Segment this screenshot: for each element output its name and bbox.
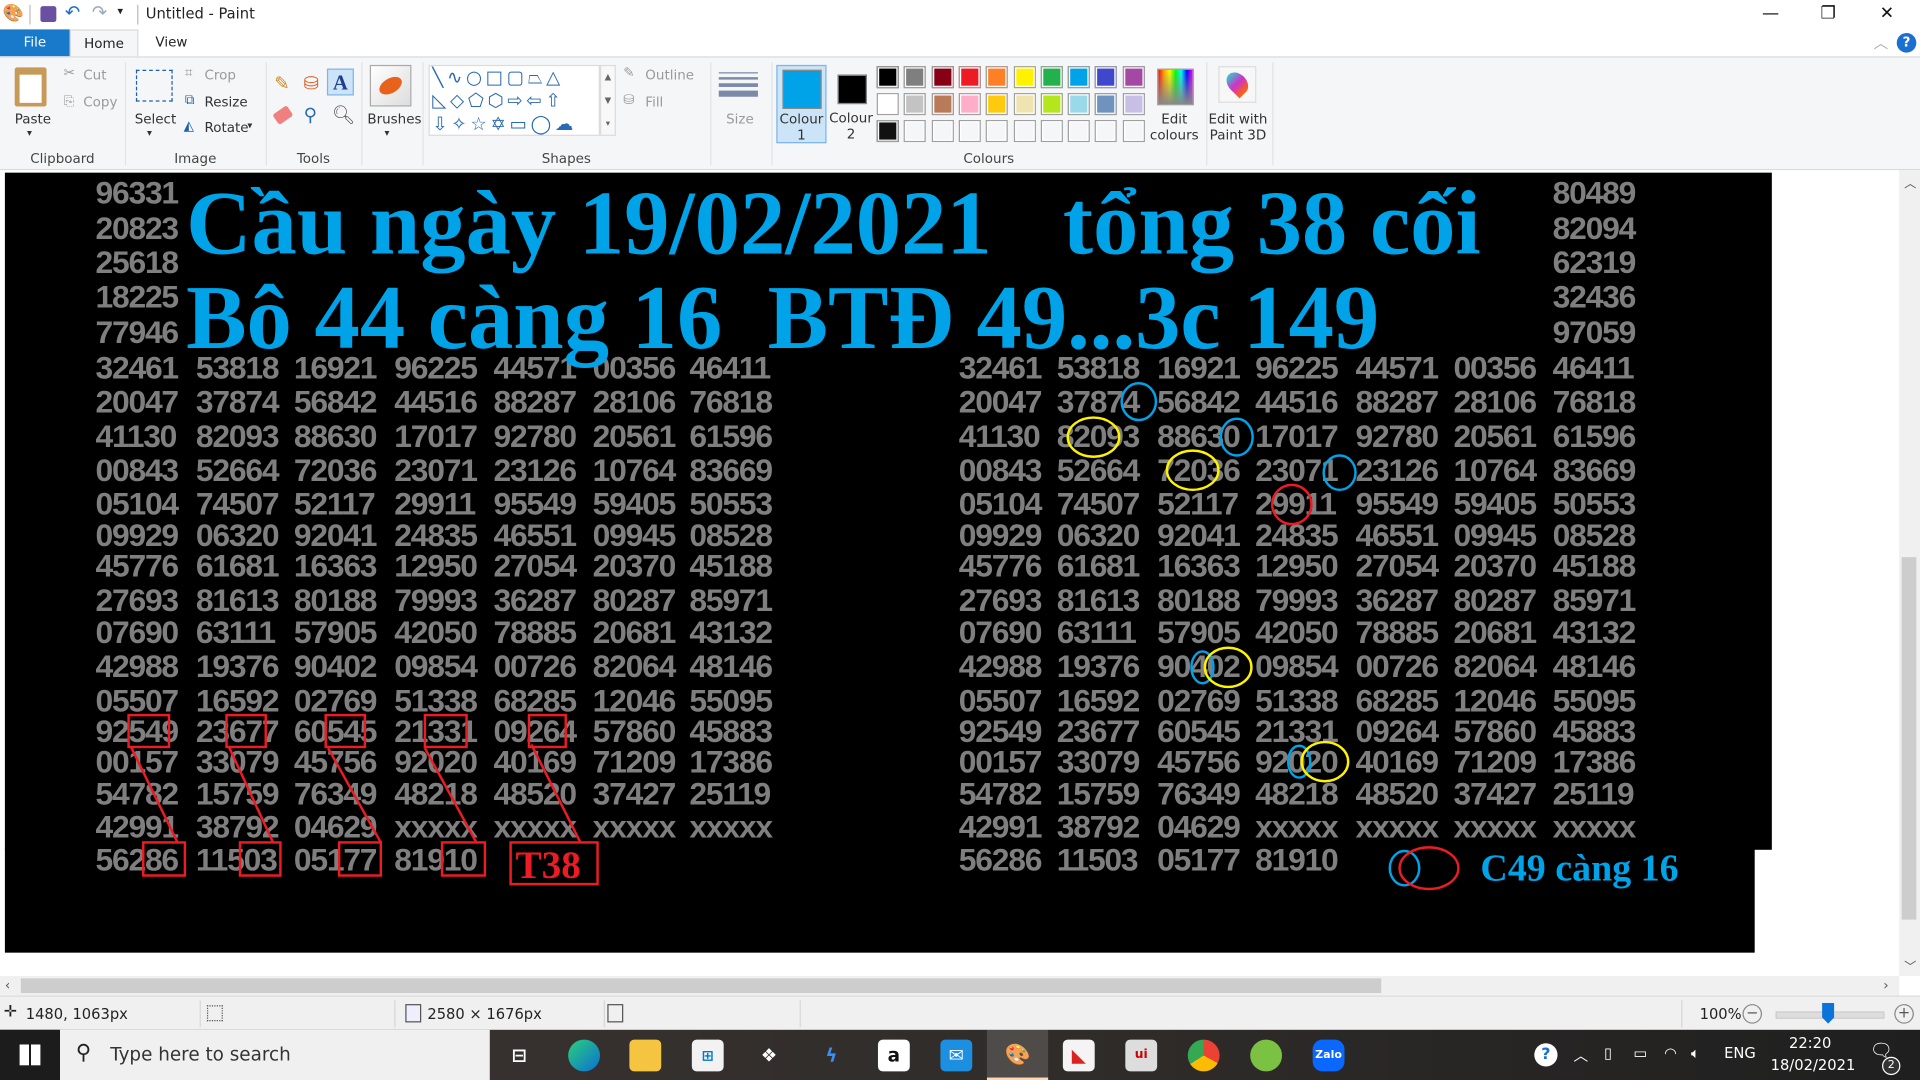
vertical-scroll-thumb[interactable] <box>1901 557 1917 920</box>
divider <box>394 1000 396 1028</box>
clock-time[interactable]: 22:20 <box>1789 1035 1831 1052</box>
dropbox-icon[interactable]: ❖ <box>753 1040 785 1072</box>
camera-icon[interactable]: ▯ <box>1604 1044 1612 1061</box>
divider <box>799 1000 801 1028</box>
connector-line <box>530 743 582 843</box>
yellow-circle <box>1066 416 1121 458</box>
image-size-icon <box>405 1004 422 1023</box>
connector-line <box>423 747 478 844</box>
task-view-icon[interactable]: ⊟ <box>503 1040 535 1072</box>
red-app-icon[interactable]: ◣ <box>1062 1039 1095 1072</box>
red-box <box>324 713 367 749</box>
unikey-icon[interactable]: ui <box>1125 1039 1158 1072</box>
zoom-out-button[interactable]: − <box>1742 1004 1763 1024</box>
language-indicator[interactable]: ENG <box>1724 1044 1756 1061</box>
red-box <box>440 841 487 877</box>
horizontal-scroll-thumb[interactable] <box>20 978 1382 994</box>
c49-label: C49 càng 16 <box>1480 846 1679 889</box>
divider <box>1681 1000 1683 1028</box>
paint-taskbar-button[interactable]: 🎨 <box>986 1029 1049 1080</box>
connector-line <box>327 747 382 844</box>
wifi-icon[interactable]: ◠ <box>1664 1044 1677 1061</box>
selection-size-icon <box>206 1005 223 1022</box>
zoom-slider-thumb[interactable] <box>1822 1002 1835 1024</box>
yellow-circle <box>1203 646 1253 689</box>
scroll-left-icon[interactable]: ‹ <box>5 977 10 993</box>
zoom-in-button[interactable]: + <box>1894 1004 1914 1024</box>
microsoft-store-icon[interactable]: ⊞ <box>691 1039 724 1072</box>
search-box[interactable]: ⚲ Type here to search <box>60 1029 490 1080</box>
red-box <box>527 713 567 749</box>
red-box <box>337 841 383 877</box>
battery-icon[interactable]: ▭ <box>1633 1044 1647 1061</box>
image-size: 2580 × 1676px <box>427 1005 542 1023</box>
volume-icon[interactable]: 🔈︎ <box>1691 1044 1700 1062</box>
scroll-up-icon[interactable]: ︿ <box>1904 173 1916 191</box>
divider <box>199 1000 201 1028</box>
red-box <box>225 713 267 749</box>
connector-line <box>227 746 275 843</box>
taskbar: ⚲ Type here to search ⊟ ⊞ ❖ ϟ a ✉ 🎨 ◣ ui… <box>0 1029 1920 1080</box>
red-box <box>238 841 282 877</box>
red-circle <box>1271 483 1313 526</box>
search-icon: ⚲ <box>75 1040 92 1066</box>
cursor-position-icon: ✛ <box>3 1002 18 1022</box>
red-box <box>127 713 171 749</box>
chrome-icon[interactable] <box>1187 1039 1220 1072</box>
zalo-icon[interactable]: Zalo <box>1312 1039 1345 1072</box>
zoom-level: 100% <box>1699 1005 1742 1023</box>
show-hidden-icons[interactable]: ︿ <box>1573 1044 1588 1065</box>
scroll-right-icon[interactable]: › <box>1883 977 1888 993</box>
paint-window: 🎨 ↶ ↷ ▾ Untitled - Paint — ❐ ✕ File Home… <box>0 0 1920 1080</box>
legend-red-circle <box>1398 846 1460 891</box>
status-bar: ✛ 1480, 1063px 2580 × 1676px 100% − + <box>0 995 1920 1030</box>
red-box <box>142 841 187 877</box>
paint-icon: 🎨 <box>1004 1043 1031 1068</box>
mail-icon[interactable]: ✉ <box>940 1039 973 1072</box>
scroll-down-icon[interactable]: ﹀ <box>1904 956 1916 974</box>
clock-date[interactable]: 18/02/2021 <box>1771 1057 1856 1074</box>
amazon-icon[interactable]: a <box>877 1039 910 1072</box>
red-box <box>423 713 468 749</box>
blue-app-icon[interactable]: ϟ <box>816 1040 848 1072</box>
connector-line <box>129 746 179 843</box>
blue-circle <box>1120 382 1158 422</box>
blue-circle <box>1219 417 1254 457</box>
search-placeholder: Type here to search <box>110 1043 291 1066</box>
horizontal-scrollbar[interactable]: ‹ › <box>0 975 1900 996</box>
blue-circle <box>1322 454 1357 492</box>
file-explorer-icon[interactable] <box>629 1039 662 1072</box>
start-button[interactable] <box>0 1029 61 1080</box>
notification-count: 2 <box>1882 1056 1901 1076</box>
coc-coc-icon[interactable] <box>1250 1039 1283 1072</box>
file-size-icon <box>607 1004 624 1023</box>
yellow-circle <box>1165 449 1220 492</box>
yellow-circle <box>1300 740 1350 783</box>
divider <box>603 1000 605 1028</box>
edge-icon[interactable] <box>568 1039 601 1072</box>
annotations <box>127 382 1460 891</box>
windows-icon <box>19 1044 41 1066</box>
vertical-scrollbar[interactable]: ︿ ﹀ <box>1899 170 1920 976</box>
cursor-position: 1480, 1063px <box>25 1005 128 1023</box>
help-tray-icon[interactable]: ? <box>1534 1043 1558 1067</box>
t38-label: T38 <box>515 842 581 887</box>
